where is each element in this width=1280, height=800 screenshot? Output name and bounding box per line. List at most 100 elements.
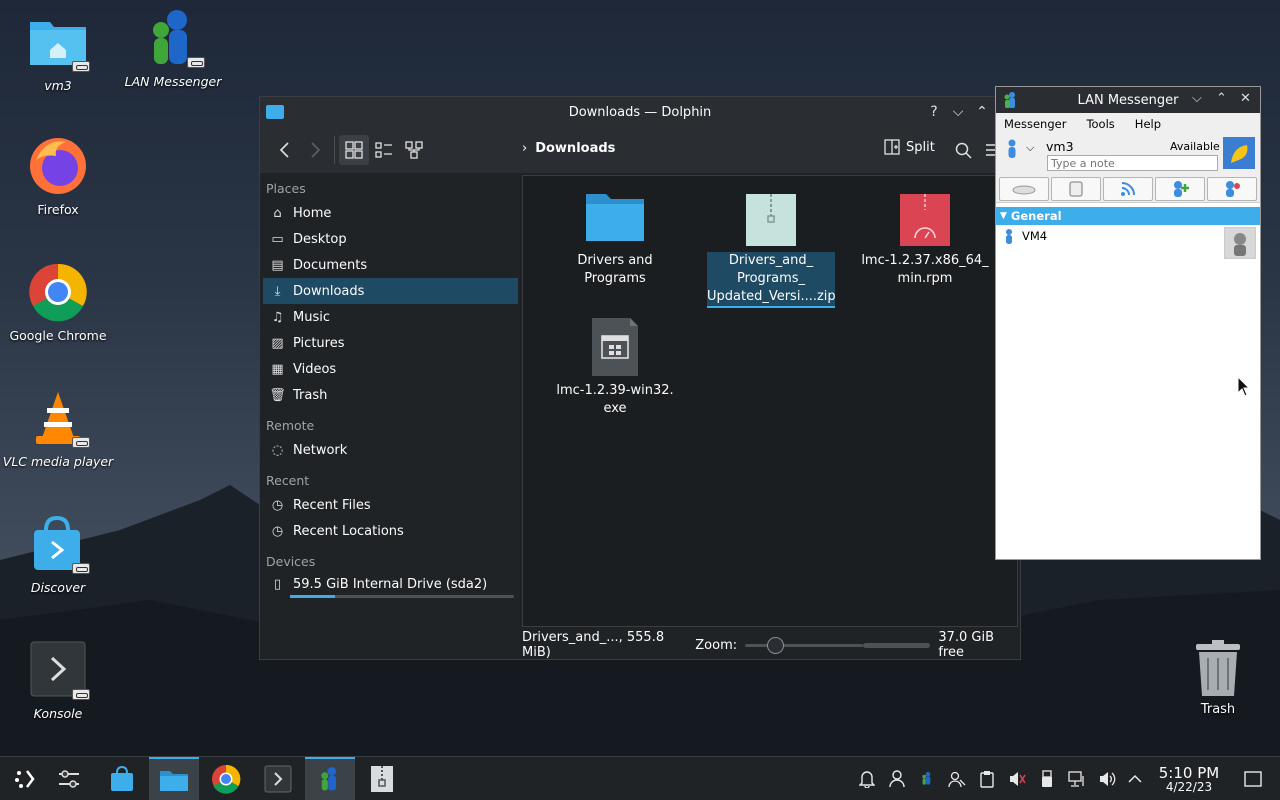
application-launcher-button[interactable] bbox=[0, 757, 50, 800]
dolphin-window[interactable]: Downloads — Dolphin ? ⌵ ⌃ › Downloads Spl… bbox=[259, 96, 1021, 660]
task-ark-archiver[interactable] bbox=[357, 757, 407, 800]
file-name: lmc-1.2.39-win32. exe bbox=[556, 383, 674, 416]
close-button[interactable]: ✕ bbox=[1240, 91, 1251, 106]
compact-view-button[interactable] bbox=[369, 135, 399, 165]
zip-archive-icon bbox=[740, 194, 802, 246]
user-icon[interactable] bbox=[887, 769, 907, 789]
lan-messenger-tray-icon[interactable] bbox=[917, 769, 937, 789]
search-button[interactable] bbox=[948, 135, 978, 165]
breadcrumb[interactable]: › Downloads bbox=[522, 141, 615, 156]
menu-messenger[interactable]: Messenger bbox=[1004, 117, 1066, 131]
sidebar-item-internal-drive[interactable]: ▯ 59.5 GiB Internal Drive (sda2) bbox=[260, 573, 522, 595]
task-system-settings[interactable] bbox=[44, 757, 94, 800]
note-input[interactable] bbox=[1047, 155, 1218, 171]
desktop-icon-vm3[interactable]: vm3 bbox=[0, 12, 116, 93]
lan-messenger-titlebar[interactable]: LAN Messenger ⌵ ⌃ ✕ bbox=[996, 87, 1260, 113]
add-contact-button[interactable] bbox=[1155, 177, 1205, 201]
sidebar-item-videos[interactable]: ▦ Videos bbox=[260, 356, 522, 382]
clipboard-icon[interactable] bbox=[977, 769, 997, 789]
maximize-button[interactable]: ⌃ bbox=[973, 103, 991, 121]
lan-messenger-toolbar bbox=[996, 175, 1260, 203]
sidebar-item-home[interactable]: ⌂ Home bbox=[260, 200, 522, 226]
icons-view-button[interactable] bbox=[339, 135, 369, 165]
network-wired-icon[interactable] bbox=[1067, 769, 1087, 789]
minimize-button[interactable]: ⌵ bbox=[949, 103, 967, 121]
audio-muted-icon[interactable] bbox=[1007, 769, 1027, 789]
sidebar-item-network[interactable]: ◌ Network bbox=[260, 437, 522, 463]
volume-icon[interactable] bbox=[1097, 769, 1117, 789]
sidebar-item-documents[interactable]: ▤ Documents bbox=[260, 252, 522, 278]
maximize-button[interactable]: ⌃ bbox=[1216, 91, 1227, 106]
desktop-icon-label: vm3 bbox=[44, 78, 72, 93]
task-discover[interactable] bbox=[97, 757, 147, 800]
zoom-slider-handle[interactable] bbox=[767, 637, 785, 654]
file-item-lmc-rpm[interactable]: lmc-1.2.37.x86_64_ min.rpm bbox=[861, 194, 989, 288]
sidebar-item-recent-files[interactable]: ◷ Recent Files bbox=[260, 492, 522, 518]
sidebar-item-label: Trash bbox=[293, 387, 328, 403]
sidebar-item-label: Recent Files bbox=[293, 497, 371, 513]
sidebar-item-trash[interactable]: 🗑 Trash bbox=[260, 382, 522, 408]
file-view[interactable]: Drivers and Programs Drivers_and_ Programs… bbox=[522, 175, 1018, 627]
file-name: Drivers_and_ Programs_ Updated_Versi....zi… bbox=[707, 252, 836, 308]
menu-tools[interactable]: Tools bbox=[1086, 117, 1114, 131]
user-status-icon[interactable] bbox=[1006, 139, 1018, 162]
desktop-icon-label: LAN Messenger bbox=[124, 74, 222, 89]
users-icon[interactable] bbox=[947, 769, 967, 789]
desktop-icon-konsole[interactable]: Konsole bbox=[0, 640, 116, 721]
usb-device-icon[interactable] bbox=[1037, 769, 1057, 789]
sidebar-item-music[interactable]: ♫ Music bbox=[260, 304, 522, 330]
chat-room-icon bbox=[1069, 181, 1083, 197]
split-button[interactable]: Split bbox=[884, 139, 935, 155]
contact-group-general[interactable]: ▼ General bbox=[996, 207, 1260, 225]
file-item-lmc-exe[interactable]: lmc-1.2.39-win32. exe bbox=[551, 318, 679, 418]
task-konsole[interactable] bbox=[253, 757, 303, 800]
firefox-icon bbox=[28, 136, 88, 196]
sidebar-item-label: Downloads bbox=[293, 283, 365, 299]
remove-contact-button[interactable] bbox=[1207, 177, 1257, 201]
file-item-drivers-folder[interactable]: Drivers and Programs bbox=[551, 188, 679, 288]
help-button[interactable]: ? bbox=[925, 103, 943, 121]
details-view-button[interactable] bbox=[399, 135, 429, 165]
desktop-icon-vlc[interactable]: VLC media player bbox=[0, 388, 116, 469]
sidebar-item-desktop[interactable]: ▭ Desktop bbox=[260, 226, 522, 252]
breadcrumb-current: Downloads bbox=[535, 141, 616, 156]
tray-expand-chevron-up-icon[interactable] bbox=[1125, 769, 1145, 789]
back-button[interactable] bbox=[270, 135, 300, 165]
picture-icon: ▨ bbox=[271, 335, 284, 351]
show-desktop-button[interactable] bbox=[1243, 769, 1263, 789]
desktop-icon-discover[interactable]: Discover bbox=[0, 514, 116, 595]
contact-name: VM4 bbox=[1022, 229, 1048, 243]
remote-heading: Remote bbox=[266, 418, 315, 433]
desktop-icon-lan-messenger[interactable]: LAN Messenger bbox=[115, 8, 231, 89]
minimize-button[interactable]: ⌵ bbox=[1192, 91, 1202, 106]
user-avatar[interactable] bbox=[1223, 137, 1255, 169]
task-lan-messenger[interactable] bbox=[305, 757, 355, 800]
broadcast-button[interactable] bbox=[999, 177, 1049, 201]
rss-button[interactable] bbox=[1103, 177, 1153, 201]
places-heading: Places bbox=[266, 181, 306, 196]
desktop-icon-label: VLC media player bbox=[2, 454, 114, 469]
menu-help[interactable]: Help bbox=[1135, 117, 1161, 131]
desktop-icon-firefox[interactable]: Firefox bbox=[0, 136, 116, 217]
trash-bin-icon bbox=[1196, 640, 1240, 696]
zoom-slider[interactable] bbox=[745, 637, 864, 654]
sidebar-item-downloads[interactable]: ⤓ Downloads bbox=[263, 278, 518, 304]
notifications-icon[interactable] bbox=[857, 769, 877, 789]
lan-messenger-window[interactable]: LAN Messenger ⌵ ⌃ ✕ Messenger Tools Help… bbox=[995, 86, 1261, 560]
contact-item-vm4[interactable]: VM4 bbox=[996, 225, 1260, 263]
desktop-icon-google-chrome[interactable]: Google Chrome bbox=[0, 262, 116, 343]
forward-button[interactable] bbox=[300, 135, 330, 165]
task-dolphin[interactable] bbox=[149, 757, 199, 800]
sidebar-item-label: Desktop bbox=[293, 231, 347, 247]
places-panel: Places ⌂ Home ▭ Desktop ▤ Documents ⤓ Downlo… bbox=[260, 173, 522, 659]
file-item-drivers-zip[interactable]: Drivers_and_ Programs_ Updated_Versi....zi… bbox=[707, 194, 836, 308]
sidebar-item-pictures[interactable]: ▨ Pictures bbox=[260, 330, 522, 356]
status-chevron-down-icon[interactable]: ⌵ bbox=[1026, 141, 1034, 155]
task-google-chrome[interactable] bbox=[201, 757, 251, 800]
digital-clock[interactable]: 5:10 PM 4/22/23 bbox=[1150, 764, 1228, 794]
dolphin-titlebar[interactable]: Downloads — Dolphin ? ⌵ ⌃ bbox=[260, 97, 1020, 127]
video-icon: ▦ bbox=[271, 361, 284, 377]
sidebar-item-recent-locations[interactable]: ◷ Recent Locations bbox=[260, 518, 522, 544]
chat-room-button[interactable] bbox=[1051, 177, 1101, 201]
desktop-icon-trash[interactable]: Trash bbox=[1176, 640, 1260, 717]
